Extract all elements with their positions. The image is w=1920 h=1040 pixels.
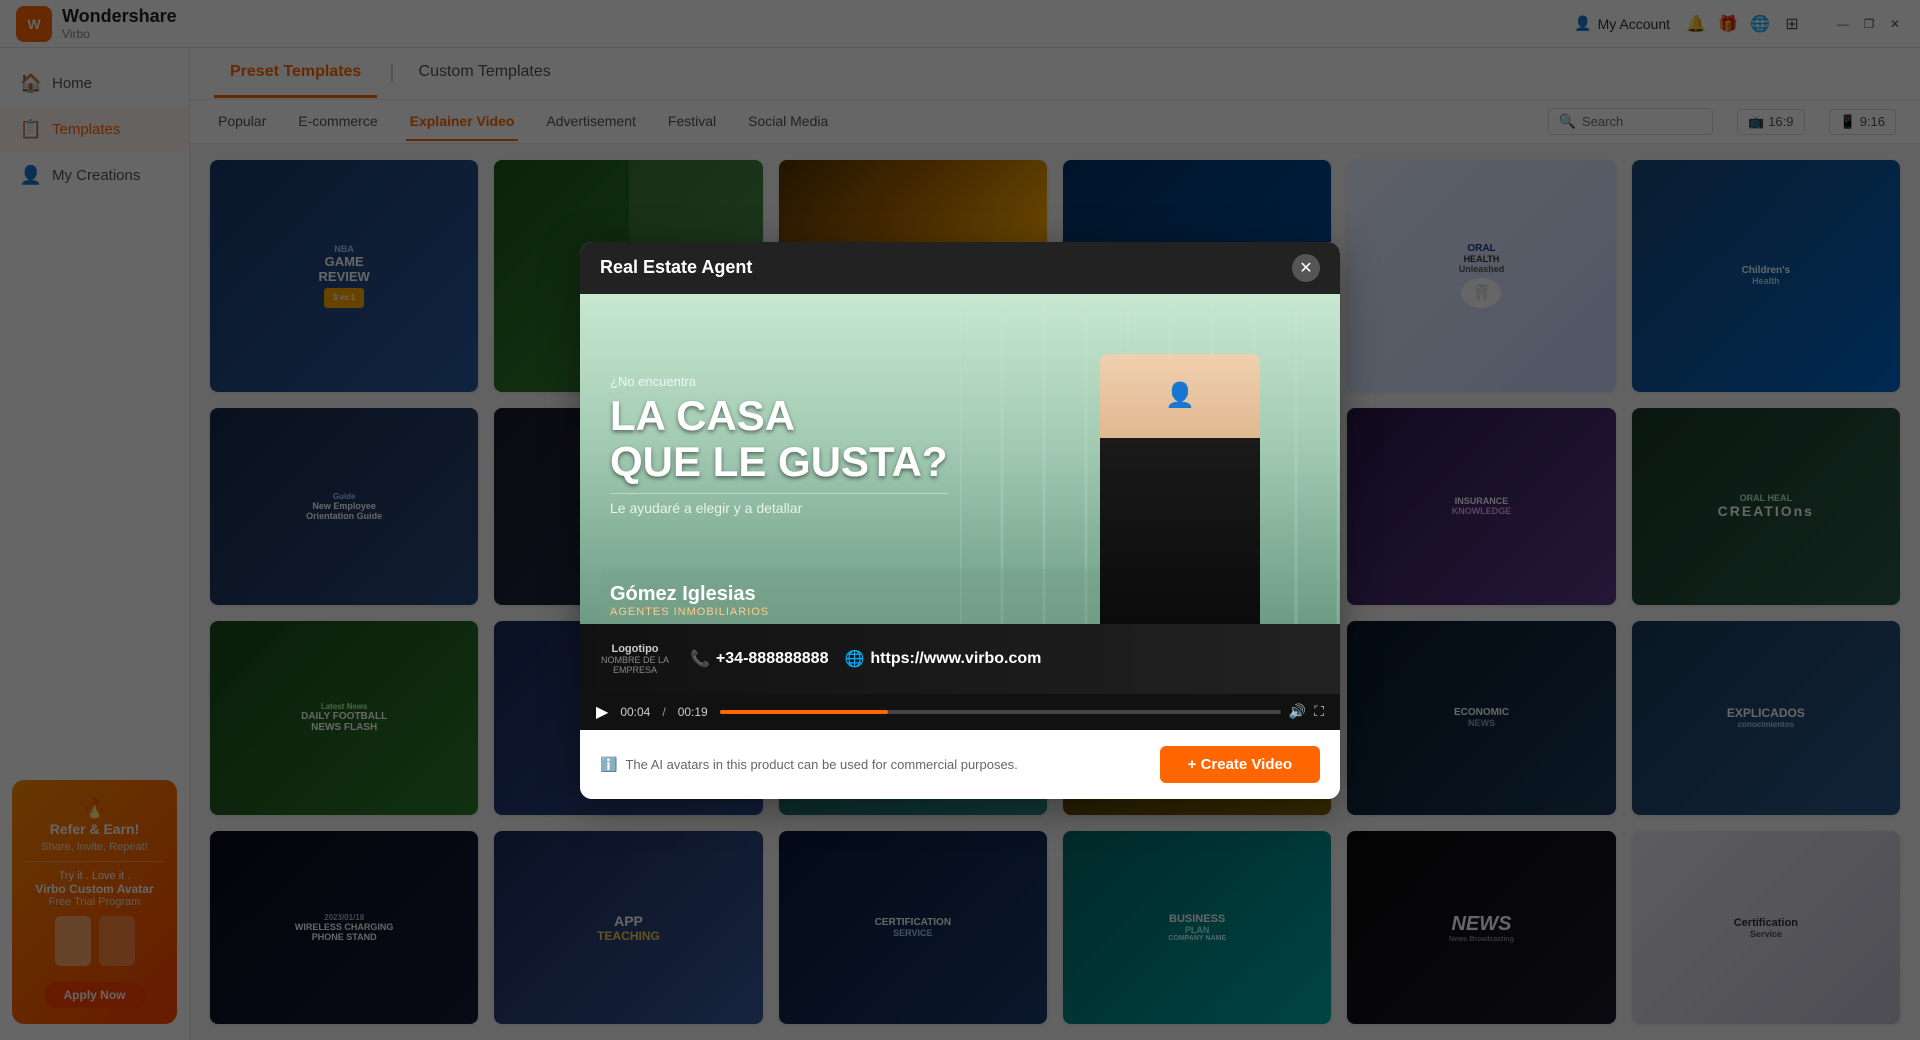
fullscreen-icon[interactable]: ⛶ (1314, 703, 1324, 720)
modal-header: Real Estate Agent ✕ (580, 242, 1340, 294)
web-icon: 🌐 (844, 649, 864, 669)
play-button[interactable]: ▶ (596, 702, 608, 722)
video-footer: Logotipo NOMBRE DE LA EMPRESA 📞 +34-8888… (580, 624, 1340, 694)
modal-overlay[interactable]: Real Estate Agent ✕ ¿No encuentra LA CAS… (0, 0, 1920, 1040)
modal-footer: ℹ️ The AI avatars in this product can be… (580, 730, 1340, 799)
progress-bar-container[interactable] (720, 710, 1281, 714)
modal-video-preview: Real Estate Agent ✕ ¿No encuentra LA CAS… (580, 242, 1340, 799)
modal-title: Real Estate Agent (600, 257, 752, 278)
video-website: 🌐 https://www.virbo.com (844, 649, 1041, 669)
video-small-text: ¿No encuentra (610, 374, 948, 389)
modal-close-button[interactable]: ✕ (1292, 254, 1320, 282)
time-current: 00:04 (620, 705, 650, 719)
person-name: Gómez Iglesias (610, 583, 769, 606)
video-background: ¿No encuentra LA CASA QUE LE GUSTA? Le a… (580, 294, 1340, 694)
person-role: AGENTES INMOBILIARIOS (610, 606, 769, 618)
create-video-button[interactable]: + Create Video (1160, 746, 1320, 783)
video-logo-placeholder: Logotipo NOMBRE DE LA EMPRESA (600, 643, 670, 675)
modal-video-area: ¿No encuentra LA CASA QUE LE GUSTA? Le a… (580, 294, 1340, 694)
video-person: 👤 (1100, 354, 1260, 634)
video-desc: Le ayudaré a elegir y a detallar (610, 493, 948, 516)
person-info: Gómez Iglesias AGENTES INMOBILIARIOS (610, 583, 769, 618)
video-text-overlay: ¿No encuentra LA CASA QUE LE GUSTA? Le a… (610, 374, 948, 516)
phone-icon: 📞 (690, 649, 710, 669)
info-icon: ℹ️ (600, 756, 617, 773)
time-separator: / (662, 705, 665, 719)
progress-bar (720, 710, 888, 714)
volume-icon[interactable]: 🔊 (1289, 703, 1306, 720)
info-label: The AI avatars in this product can be us… (625, 757, 1017, 772)
modal-controls: ▶ 00:04 / 00:19 🔊 ⛶ (580, 694, 1340, 730)
phone-number: +34-888888888 (716, 650, 829, 668)
time-total: 00:19 (678, 705, 708, 719)
video-contact-info: 📞 +34-888888888 🌐 https://www.virbo.com (690, 649, 1320, 669)
website-url: https://www.virbo.com (870, 650, 1041, 668)
video-big-text: LA CASA QUE LE GUSTA? (610, 393, 948, 485)
modal-info-text: ℹ️ The AI avatars in this product can be… (600, 756, 1018, 773)
video-phone: 📞 +34-888888888 (690, 649, 828, 669)
